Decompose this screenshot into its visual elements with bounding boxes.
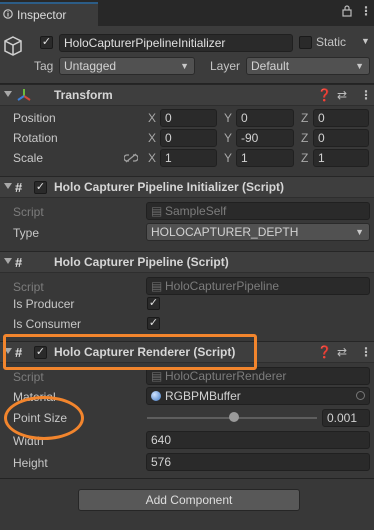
static-dropdown-icon[interactable]: ▼ — [361, 36, 370, 46]
link-icon[interactable] — [124, 153, 138, 163]
initializer-enabled-checkbox[interactable]: ✓ — [34, 181, 47, 194]
script-field: ▤ HoloCapturerPipeline — [146, 277, 370, 295]
script-label: Script — [13, 205, 44, 219]
divider — [0, 478, 374, 479]
foldout-arrow-icon[interactable] — [4, 91, 12, 97]
point-size-slider-thumb[interactable] — [228, 412, 239, 422]
initializer-body: Script ▤ SampleSelf Type HOLOCAPTURER_DE… — [0, 198, 374, 244]
pipeline-body: Script ▤ HoloCapturerPipeline Is Produce… — [0, 273, 374, 335]
scale-x-field[interactable]: 1 — [160, 149, 217, 167]
script-value: SampleSelf — [165, 204, 227, 218]
static-checkbox[interactable] — [299, 36, 312, 49]
foldout-arrow-icon[interactable] — [4, 183, 12, 189]
axis-x-label: X — [148, 151, 157, 165]
axis-y-label: Y — [224, 131, 233, 145]
script-hash-icon: # — [15, 180, 23, 195]
position-x-field[interactable]: 0 — [160, 109, 217, 127]
kebab-menu-icon[interactable]: ⋮ — [360, 88, 372, 102]
position-z-field[interactable]: 0 — [313, 109, 369, 127]
kebab-menu-icon[interactable]: ⋮ — [360, 345, 372, 359]
scale-z-field[interactable]: 1 — [313, 149, 369, 167]
transform-axes-icon — [17, 89, 31, 101]
is-producer-checkbox[interactable]: ✓ — [147, 297, 160, 310]
script-label: Script — [13, 280, 44, 294]
transform-header[interactable]: Transform ❓ ⇄ ⋮ — [0, 84, 374, 106]
layer-dropdown[interactable]: Default ▼ — [246, 57, 370, 75]
tag-label: Tag — [34, 59, 54, 73]
height-label: Height — [13, 456, 48, 470]
initializer-header[interactable]: # ✓ Holo Capturer Pipeline Initializer (… — [0, 176, 374, 198]
width-field[interactable]: 640 — [146, 431, 370, 449]
kebab-menu-icon[interactable]: ⋮ — [360, 4, 372, 18]
preset-icon[interactable]: ⇄ — [337, 345, 347, 359]
add-component-button[interactable]: Add Component — [78, 489, 300, 511]
layer-value: Default — [251, 59, 290, 73]
tag-dropdown[interactable]: Untagged ▼ — [59, 57, 195, 75]
initializer-title: Holo Capturer Pipeline Initializer (Scri… — [54, 180, 285, 194]
position-label: Position — [13, 111, 56, 125]
foldout-arrow-icon[interactable] — [4, 258, 12, 264]
rotation-x-field[interactable]: 0 — [160, 129, 217, 147]
rotation-y-field[interactable]: -90 — [236, 129, 294, 147]
pipeline-header[interactable]: # Holo Capturer Pipeline (Script) — [0, 251, 374, 273]
script-value: HoloCapturerRenderer — [165, 369, 287, 383]
position-y-field[interactable]: 0 — [236, 109, 294, 127]
axis-x-label: X — [148, 111, 157, 125]
point-size-field[interactable]: 0.001 — [322, 409, 370, 427]
pipeline-title: Holo Capturer Pipeline (Script) — [54, 255, 229, 269]
material-sphere-icon — [151, 391, 161, 401]
is-consumer-checkbox[interactable]: ✓ — [147, 317, 160, 330]
active-checkbox[interactable]: ✓ — [40, 36, 53, 49]
rotation-label: Rotation — [13, 131, 58, 145]
tag-value: Untagged — [64, 59, 117, 73]
rotation-z-field[interactable]: 0 — [313, 129, 369, 147]
height-field[interactable]: 576 — [146, 453, 370, 471]
script-hash-icon: # — [15, 255, 23, 270]
scale-y-field[interactable]: 1 — [236, 149, 294, 167]
is-producer-label: Is Producer — [13, 297, 75, 311]
chevron-down-icon: ▼ — [355, 227, 364, 237]
lock-icon[interactable] — [342, 5, 352, 20]
tab-label: Inspector — [17, 8, 67, 22]
script-file-icon: ▤ — [151, 369, 163, 383]
is-consumer-label: Is Consumer — [13, 317, 82, 331]
script-file-icon: ▤ — [151, 279, 163, 293]
material-value: RGBPMBuffer — [165, 389, 241, 403]
object-picker-icon[interactable] — [356, 391, 365, 400]
script-value: HoloCapturerPipeline — [165, 279, 280, 293]
material-field[interactable]: RGBPMBuffer — [146, 387, 370, 405]
type-label: Type — [13, 226, 40, 240]
axis-y-label: Y — [224, 151, 233, 165]
tab-bar: Inspector ⋮ — [0, 0, 374, 26]
axis-x-label: X — [148, 131, 157, 145]
tab-inspector[interactable]: Inspector — [0, 2, 98, 26]
layer-label: Layer — [210, 59, 241, 73]
help-icon[interactable]: ❓ — [317, 88, 332, 102]
help-icon[interactable]: ❓ — [317, 345, 332, 359]
info-icon — [3, 9, 13, 19]
script-field: ▤ SampleSelf — [146, 202, 370, 220]
transform-title: Transform — [54, 88, 113, 102]
axis-z-label: Z — [301, 111, 309, 125]
axis-y-label: Y — [224, 111, 233, 125]
point-size-highlight-oval — [4, 396, 84, 440]
object-name-field[interactable]: HoloCapturerPipelineInitializer — [59, 34, 293, 52]
axis-z-label: Z — [301, 131, 309, 145]
transform-body: Position X 0 Y 0 Z 0 Rotation X 0 Y -90 … — [0, 106, 374, 172]
scale-label: Scale — [13, 151, 44, 165]
cube-icon — [4, 36, 22, 56]
gameobject-header: ✓ HoloCapturerPipelineInitializer Static… — [0, 26, 374, 84]
axis-z-label: Z — [301, 151, 309, 165]
type-dropdown[interactable]: HOLOCAPTURER_DEPTH ▼ — [146, 223, 370, 241]
renderer-highlight-box — [3, 334, 257, 370]
type-value: HOLOCAPTURER_DEPTH — [151, 225, 299, 239]
chevron-down-icon: ▼ — [355, 61, 364, 71]
script-file-icon: ▤ — [151, 204, 163, 218]
preset-icon[interactable]: ⇄ — [337, 88, 347, 102]
static-label: Static — [316, 35, 347, 49]
chevron-down-icon: ▼ — [180, 61, 189, 71]
script-label: Script — [13, 370, 44, 384]
